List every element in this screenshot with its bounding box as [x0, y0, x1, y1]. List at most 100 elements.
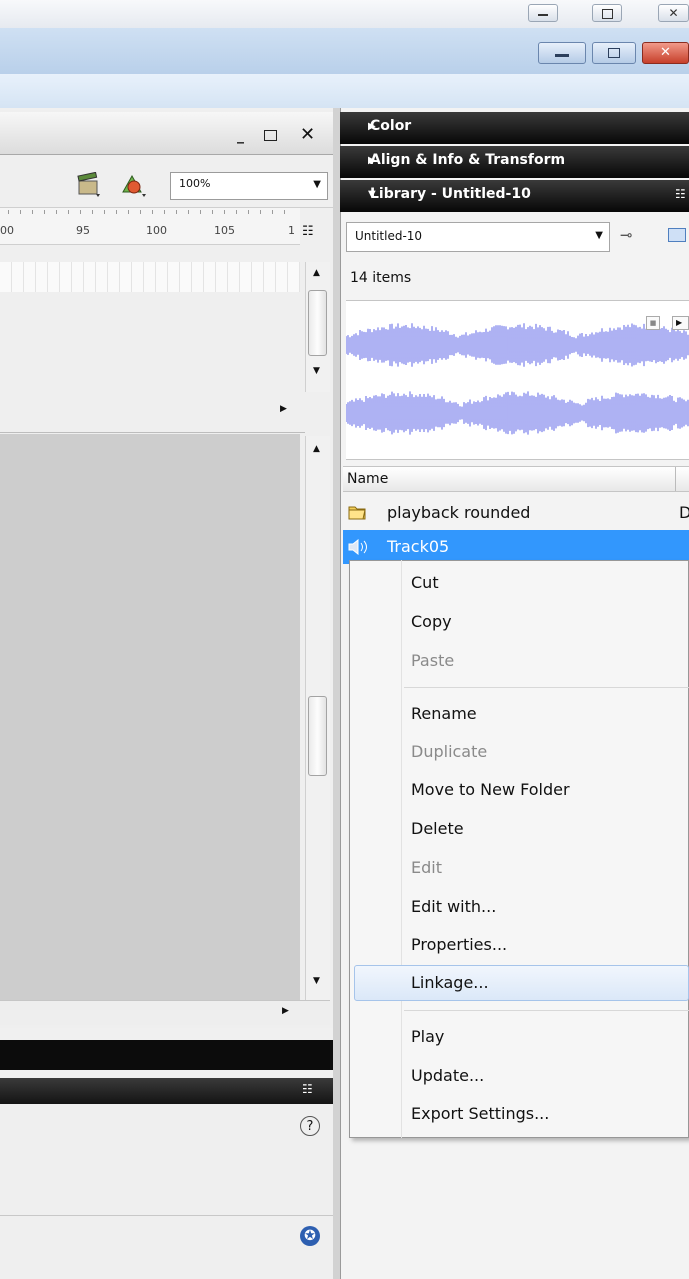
chevron-down-icon: ▼: [595, 230, 603, 241]
stage-horizontal-scrollbar[interactable]: ▶: [0, 1000, 330, 1025]
minimize-icon: [555, 54, 569, 57]
library-item-label: playback rounded: [387, 503, 531, 522]
panel-restore-icon[interactable]: [264, 130, 277, 141]
panel-options-icon[interactable]: ☷: [675, 187, 686, 201]
restore-icon: [601, 9, 613, 19]
ruler-label: 105: [214, 224, 235, 237]
menu-item-play[interactable]: Play: [411, 1027, 444, 1046]
panel-minimize-icon[interactable]: _: [237, 128, 244, 144]
zoom-select[interactable]: 100% ▼: [170, 172, 328, 200]
menu-separator: [404, 687, 689, 688]
os-close-button[interactable]: ✕: [658, 4, 689, 22]
zoom-value: 100%: [179, 177, 211, 190]
library-panel-title: Library - Untitled-10: [370, 186, 531, 202]
caret-right-icon: ▶: [368, 155, 376, 166]
edit-symbols-icon[interactable]: [120, 172, 148, 198]
column-name-label: Name: [347, 471, 389, 487]
ruler-label: 1: [288, 224, 295, 237]
timeline-ruler: 00 95 100 105 1: [0, 208, 300, 245]
chevron-down-icon: ▼: [313, 179, 321, 190]
accessibility-icon[interactable]: ✪: [300, 1226, 320, 1246]
align-panel-title: Align & Info & Transform: [370, 152, 566, 168]
menu-item-copy[interactable]: Copy: [411, 612, 452, 631]
app-close-button[interactable]: ✕: [642, 42, 689, 64]
timeline-frames[interactable]: [0, 262, 300, 292]
menu-item-linkage[interactable]: Linkage...: [411, 973, 489, 992]
folder-icon: [348, 506, 366, 520]
library-item-track05[interactable]: Track05: [343, 530, 689, 564]
menu-separator: [404, 1010, 689, 1011]
new-library-panel-icon[interactable]: [668, 228, 686, 242]
context-menu-gutter: [349, 560, 402, 1138]
close-icon: ✕: [660, 45, 671, 60]
sound-preview: [346, 300, 689, 460]
ruler-label: 100: [146, 224, 167, 237]
help-icon[interactable]: ?: [300, 1116, 320, 1136]
scroll-up-icon[interactable]: ▲: [313, 268, 320, 278]
panel-splitter[interactable]: [333, 108, 340, 1279]
color-panel-header[interactable]: ▶ Color: [340, 112, 689, 144]
stage-area[interactable]: [0, 434, 300, 1000]
scroll-up-icon[interactable]: ▲: [313, 444, 320, 454]
app-minimize-button[interactable]: [538, 42, 586, 64]
library-document-select[interactable]: Untitled-10 ▼: [346, 222, 610, 252]
library-document-value: Untitled-10: [355, 229, 423, 243]
menu-item-update[interactable]: Update...: [411, 1066, 484, 1085]
waveform-channel: [346, 323, 689, 367]
os-restore-button[interactable]: [592, 4, 622, 22]
ruler-label: 95: [76, 224, 90, 237]
menu-item-duplicate[interactable]: Duplicate: [411, 742, 487, 761]
scroll-right-icon[interactable]: ▶: [282, 1006, 289, 1016]
stage-vertical-scrollbar[interactable]: ▲ ▼: [305, 436, 330, 1000]
menu-item-rename[interactable]: Rename: [411, 704, 477, 723]
library-item-playback-rounded[interactable]: playback rounded D: [343, 496, 689, 530]
library-panel-header[interactable]: ▼ Library - Untitled-10 ☷: [340, 180, 689, 212]
menu-band: [0, 74, 689, 108]
library-item-type-hint: D: [679, 503, 689, 522]
divider: [0, 1215, 333, 1216]
column-divider[interactable]: [675, 467, 676, 491]
timeline-options-icon[interactable]: ☷: [302, 224, 314, 239]
os-minimize-button[interactable]: [528, 4, 558, 22]
panel-options-icon[interactable]: ☷: [302, 1082, 313, 1096]
timeline-horizontal-bar: ▶: [0, 392, 305, 433]
minimize-icon: [538, 14, 548, 16]
timeline-panel-header: [0, 112, 333, 155]
caret-down-icon: ▼: [368, 189, 376, 200]
sound-icon: [348, 539, 367, 555]
ruler-label: 00: [0, 224, 14, 237]
library-column-header[interactable]: Name: [343, 466, 689, 492]
panel-divider-bar: [0, 1040, 333, 1070]
restore-icon: [608, 48, 620, 58]
menu-item-delete[interactable]: Delete: [411, 819, 464, 838]
menu-item-edit-with[interactable]: Edit with...: [411, 897, 496, 916]
caret-right-icon: ▶: [368, 121, 376, 132]
close-icon: ✕: [668, 6, 679, 20]
properties-panel-header: ☷: [0, 1078, 333, 1104]
timeline-vertical-scrollbar[interactable]: ▲ ▼: [305, 262, 330, 392]
waveform-channel: [346, 391, 689, 435]
stop-icon[interactable]: ■: [646, 316, 660, 330]
edit-scene-icon[interactable]: [76, 172, 102, 198]
app-restore-button[interactable]: [592, 42, 636, 64]
play-icon[interactable]: ▶: [672, 316, 689, 330]
properties-panel: [0, 1104, 334, 1279]
pin-icon[interactable]: ⊸: [620, 226, 633, 244]
scroll-right-icon[interactable]: ▶: [280, 404, 287, 414]
menu-item-edit[interactable]: Edit: [411, 858, 442, 877]
scroll-down-icon[interactable]: ▼: [313, 976, 320, 986]
library-item-label: Track05: [387, 537, 450, 556]
align-panel-header[interactable]: ▶ Align & Info & Transform: [340, 146, 689, 178]
scroll-thumb[interactable]: [308, 696, 327, 776]
library-items-count: 14 items: [350, 270, 412, 286]
menu-item-move-to-new-folder[interactable]: Move to New Folder: [411, 780, 570, 799]
context-menu-highlight: [354, 965, 689, 1001]
panel-close-icon[interactable]: ✕: [300, 124, 315, 145]
menu-item-cut[interactable]: Cut: [411, 573, 439, 592]
menu-item-properties[interactable]: Properties...: [411, 935, 507, 954]
menu-item-export-settings[interactable]: Export Settings...: [411, 1104, 549, 1123]
scroll-down-icon[interactable]: ▼: [313, 366, 320, 376]
scroll-thumb[interactable]: [308, 290, 327, 356]
menu-item-paste[interactable]: Paste: [411, 651, 454, 670]
waveform-graphic: [346, 323, 689, 435]
